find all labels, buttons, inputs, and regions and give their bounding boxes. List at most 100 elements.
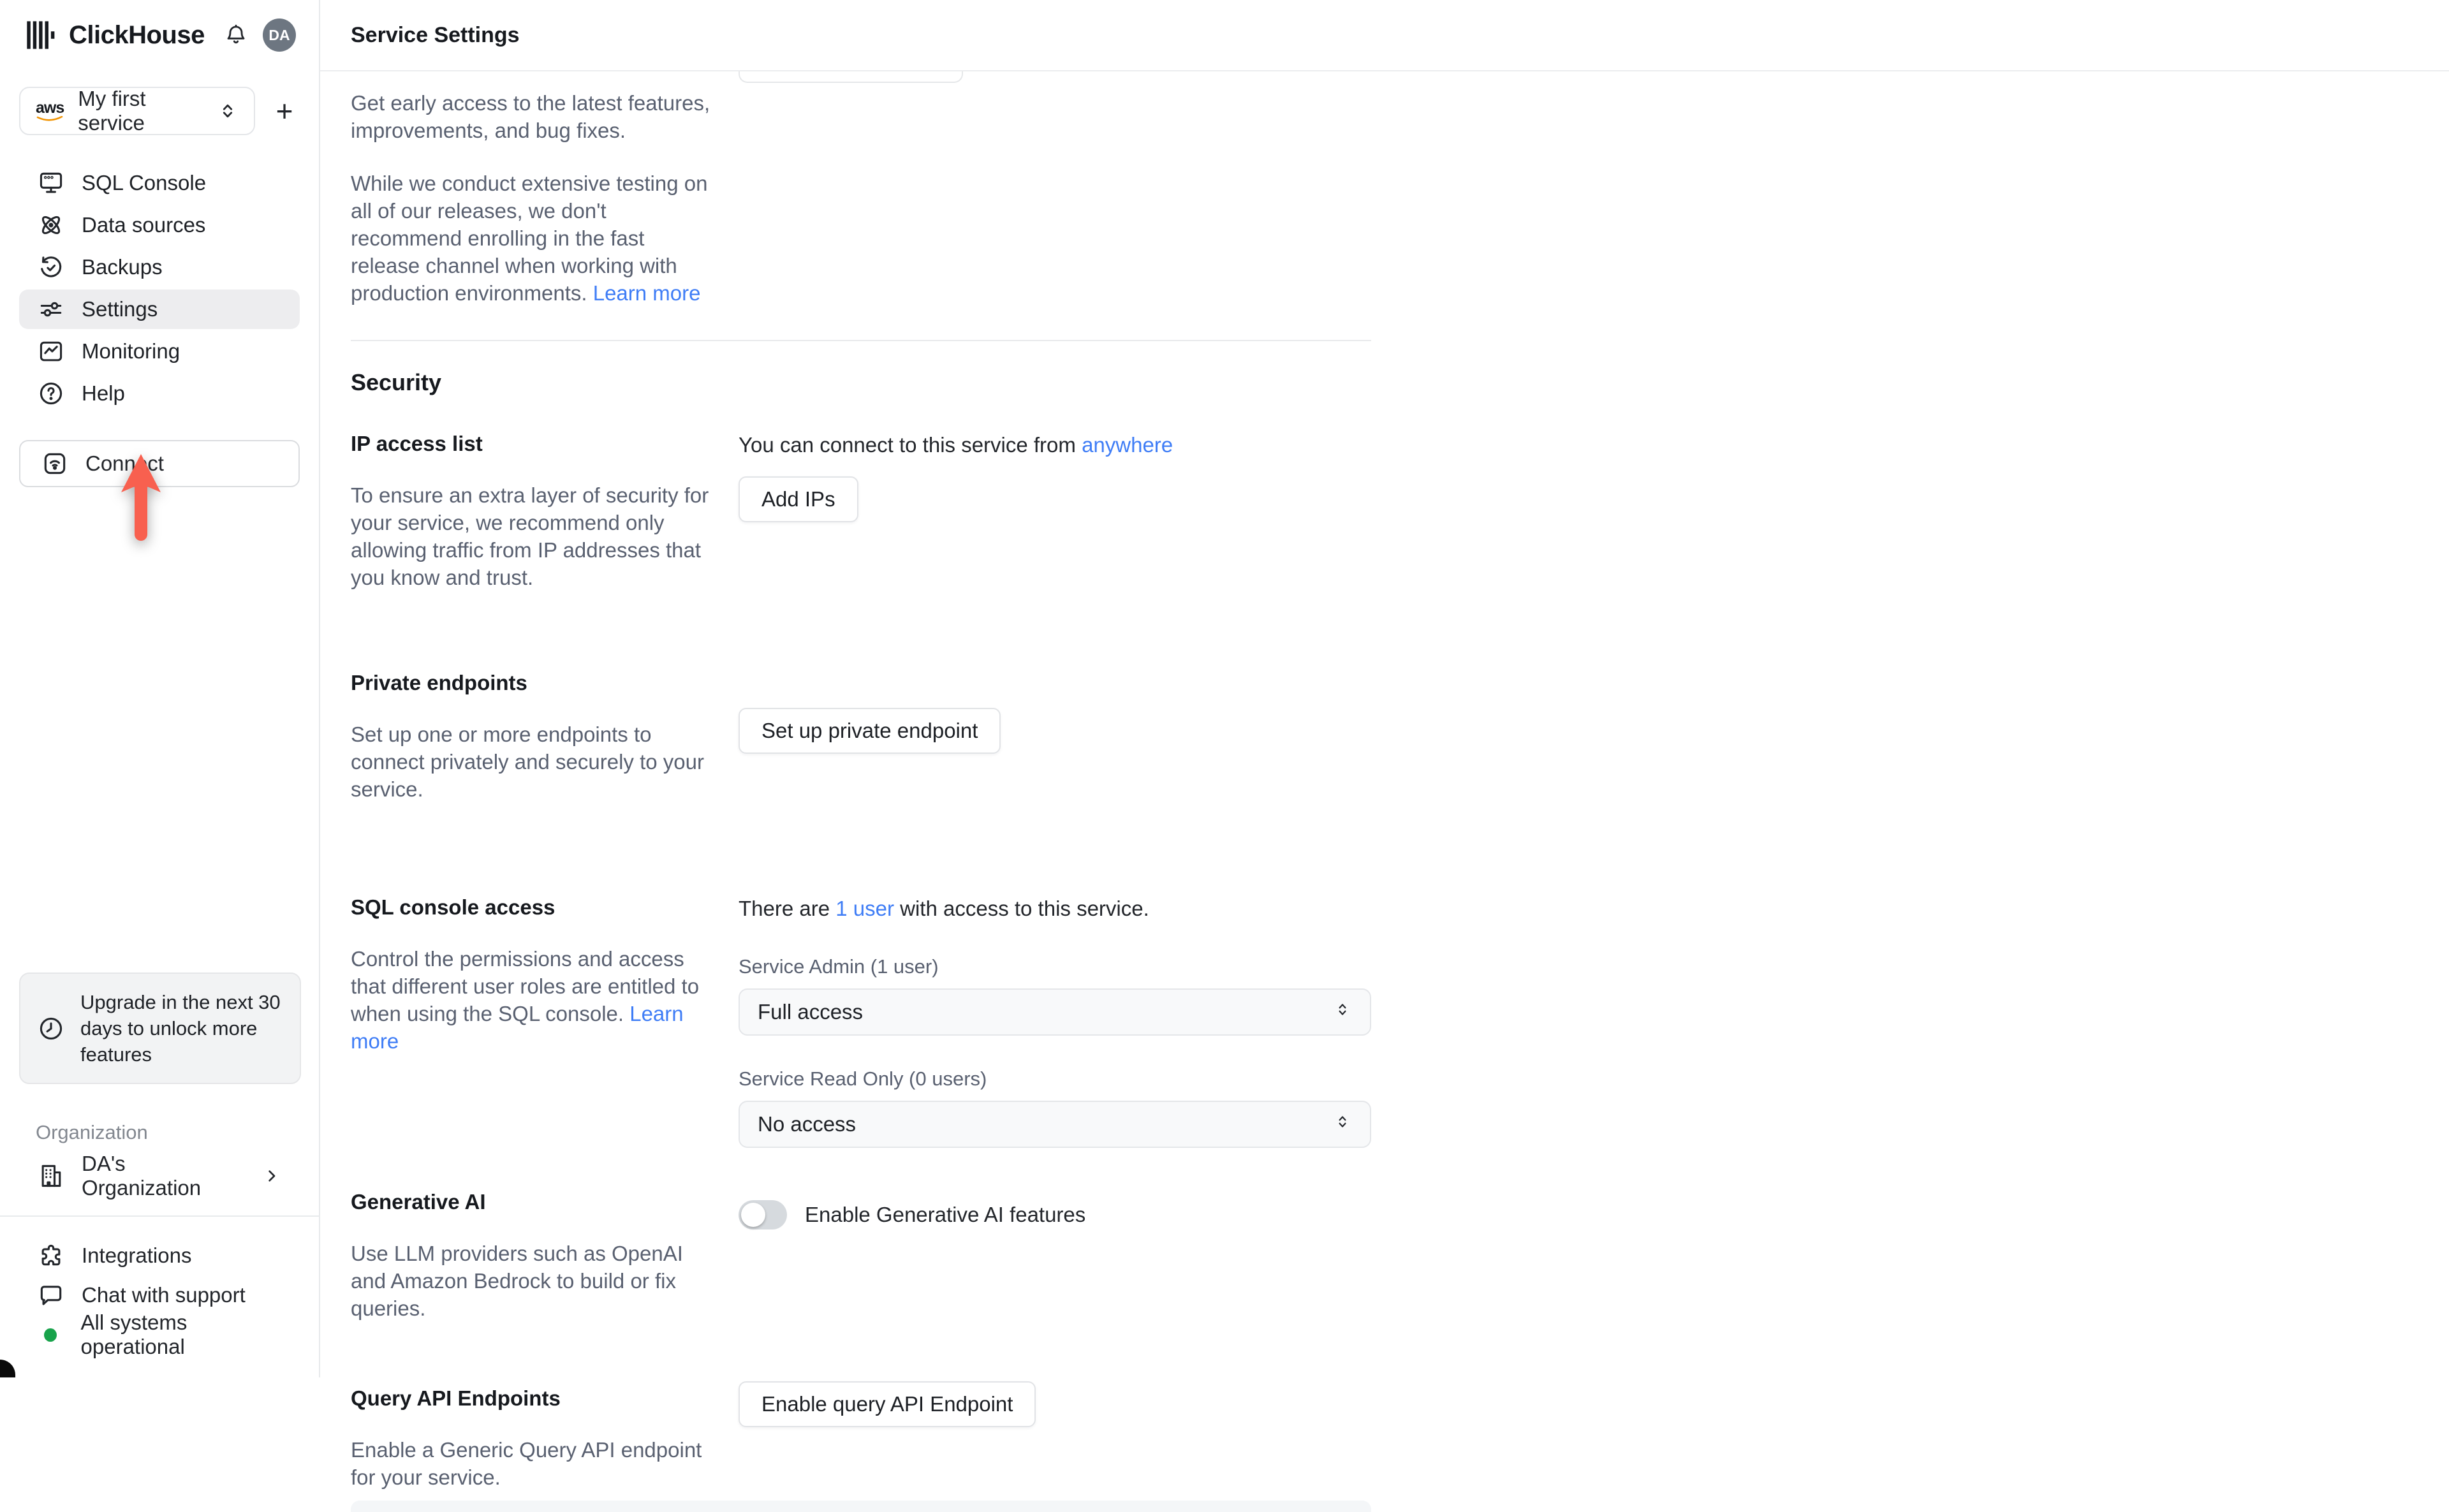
release-channel-intro: Get early access to the latest features,…	[351, 91, 710, 142]
footer-item-label: All systems operational	[80, 1310, 188, 1358]
sidebar-nav: SQL Console Data sources Backups Setting…	[0, 163, 319, 413]
generative-ai-toggle-row: Enable Generative AI features	[739, 1200, 1371, 1229]
sql-access-left: SQL console access Control the permissio…	[351, 895, 739, 1148]
enable-query-api-button[interactable]: Enable query API Endpoint	[739, 1381, 1036, 1427]
status-green-dot	[44, 1328, 57, 1342]
chevron-up-down-icon	[1333, 997, 1352, 1027]
notifications-bell-icon[interactable]	[223, 22, 249, 48]
sidebar-item-label: Backups	[82, 255, 163, 279]
help-question-icon	[37, 379, 65, 407]
sidebar-item-monitoring[interactable]: Monitoring	[19, 332, 300, 371]
query-api-right: Enable query API Endpoint	[739, 1381, 1371, 1512]
connect-from-line: You can connect to this service from any…	[739, 433, 1173, 457]
sidebar-footer: Integrations Chat with support All syste…	[19, 1236, 300, 1358]
generative-ai-heading: Generative AI	[351, 1190, 486, 1214]
service-name: My first service	[78, 87, 146, 135]
private-endpoints-description: Set up one or more endpoints to connect …	[351, 723, 704, 801]
sql-access-description: Control the permissions and access that …	[351, 947, 700, 1053]
chevron-up-down-icon	[217, 98, 239, 124]
monitoring-chart-icon	[37, 337, 65, 365]
sql-access-right: There are 1 user with access to this ser…	[739, 895, 1371, 1148]
generative-ai-description: Use LLM providers such as OpenAI and Ama…	[351, 1242, 683, 1320]
sidebar-item-settings[interactable]: Settings	[19, 290, 300, 329]
ip-access-heading: IP access list	[351, 432, 483, 455]
query-api-left: Query API Endpoints Enable a Generic Que…	[351, 1386, 739, 1512]
organization-row[interactable]: DA's Organization	[19, 1152, 300, 1200]
settings-sliders-icon	[37, 295, 65, 323]
system-status-item[interactable]: All systems operational	[19, 1310, 300, 1358]
one-user-link[interactable]: 1 user	[835, 897, 894, 920]
sidebar-item-sql-console[interactable]: SQL Console	[19, 163, 300, 203]
clickhouse-logo-icon	[24, 18, 57, 52]
learn-more-link[interactable]: Learn more	[593, 281, 701, 305]
private-endpoints-heading: Private endpoints	[351, 671, 527, 694]
organization-heading: Organization	[36, 1121, 148, 1143]
sidebar-item-label: Data sources	[82, 213, 206, 237]
sidebar-item-help[interactable]: Help	[19, 374, 300, 413]
anywhere-link[interactable]: anywhere	[1082, 433, 1173, 457]
ip-access-row: IP access list To ensure an extra layer …	[351, 432, 2449, 612]
setup-private-endpoint-button[interactable]: Set up private endpoint	[739, 708, 1001, 754]
generative-ai-row: Generative AI Use LLM providers such as …	[351, 1190, 2449, 1343]
clock-icon	[37, 1015, 65, 1043]
query-api-description: Enable a Generic Query API endpoint for …	[351, 1438, 702, 1489]
next-section-card-partial	[351, 1501, 1371, 1512]
service-readonly-label: Service Read Only (0 users)	[739, 1068, 987, 1090]
sidebar-item-label: Settings	[82, 297, 158, 321]
backups-history-icon	[37, 253, 65, 281]
release-channel-warning: While we conduct extensive testing on al…	[351, 172, 708, 305]
section-divider	[351, 340, 1371, 341]
chat-bubble-icon	[37, 1281, 65, 1309]
service-readonly-select[interactable]: No access	[739, 1101, 1371, 1148]
footer-item-label: Integrations	[82, 1244, 192, 1267]
avatar[interactable]: DA	[263, 18, 296, 52]
sql-console-icon	[37, 169, 65, 197]
main-header: Service Settings	[320, 0, 2449, 71]
generative-ai-toggle-label: Enable Generative AI features	[805, 1203, 1086, 1226]
ip-access-description: To ensure an extra layer of security for…	[351, 483, 709, 589]
private-endpoints-right: Set up private endpoint	[739, 671, 1371, 824]
sidebar-item-label: Monitoring	[82, 339, 180, 363]
sql-access-heading: SQL console access	[351, 895, 555, 919]
generative-ai-toggle[interactable]	[739, 1200, 787, 1229]
data-sources-icon	[37, 211, 65, 239]
sidebar-item-data-sources[interactable]: Data sources	[19, 205, 300, 245]
ip-access-right: You can connect to this service from any…	[739, 432, 1371, 612]
service-selector[interactable]: aws My first service	[19, 87, 255, 135]
organization-name: DA's Organization	[82, 1152, 202, 1200]
query-api-row: Query API Endpoints Enable a Generic Que…	[351, 1381, 2449, 1512]
puzzle-icon	[37, 1242, 65, 1270]
sidebar-item-backups[interactable]: Backups	[19, 247, 300, 287]
integrations-item[interactable]: Integrations	[19, 1236, 300, 1275]
query-api-heading: Query API Endpoints	[351, 1386, 561, 1410]
chevron-right-icon	[261, 1166, 282, 1186]
main-area: Service Settings Get early access to the…	[320, 0, 2449, 1512]
add-ips-button[interactable]: Add IPs	[739, 476, 858, 522]
service-selector-row: aws My first service +	[19, 87, 301, 135]
building-icon	[37, 1162, 65, 1190]
user-access-summary: There are 1 user with access to this ser…	[739, 897, 1149, 920]
generative-ai-right: Enable Generative AI features	[739, 1190, 1371, 1343]
sidebar-item-label: Help	[82, 381, 125, 405]
service-admin-label: Service Admin (1 user)	[739, 955, 939, 978]
sidebar-divider	[0, 1215, 319, 1217]
screen-corner-artifact	[0, 1360, 15, 1377]
generative-ai-left: Generative AI Use LLM providers such as …	[351, 1190, 739, 1343]
chevron-up-down-icon	[1333, 1110, 1352, 1139]
service-admin-select[interactable]: Full access	[739, 988, 1371, 1036]
sql-console-access-row: SQL console access Control the permissio…	[351, 895, 2449, 1148]
private-endpoints-row: Private endpoints Set up one or more end…	[351, 671, 2449, 824]
ip-access-left: IP access list To ensure an extra layer …	[351, 432, 739, 612]
add-service-button[interactable]: +	[268, 94, 301, 128]
chat-support-item[interactable]: Chat with support	[19, 1275, 300, 1315]
security-heading: Security	[351, 369, 442, 395]
upgrade-text: Upgrade in the next 30 days to unlock mo…	[80, 991, 281, 1066]
upgrade-banner[interactable]: Upgrade in the next 30 days to unlock mo…	[19, 973, 301, 1084]
private-endpoints-left: Private endpoints Set up one or more end…	[351, 671, 739, 824]
sidebar: ClickHouse DA aws My first service + SQL…	[0, 0, 320, 1377]
settings-content: Get early access to the latest features,…	[320, 71, 2449, 1512]
release-channel-select-partial[interactable]	[739, 71, 963, 83]
sidebar-header: ClickHouse DA	[0, 0, 319, 70]
sidebar-item-label: SQL Console	[82, 171, 207, 195]
